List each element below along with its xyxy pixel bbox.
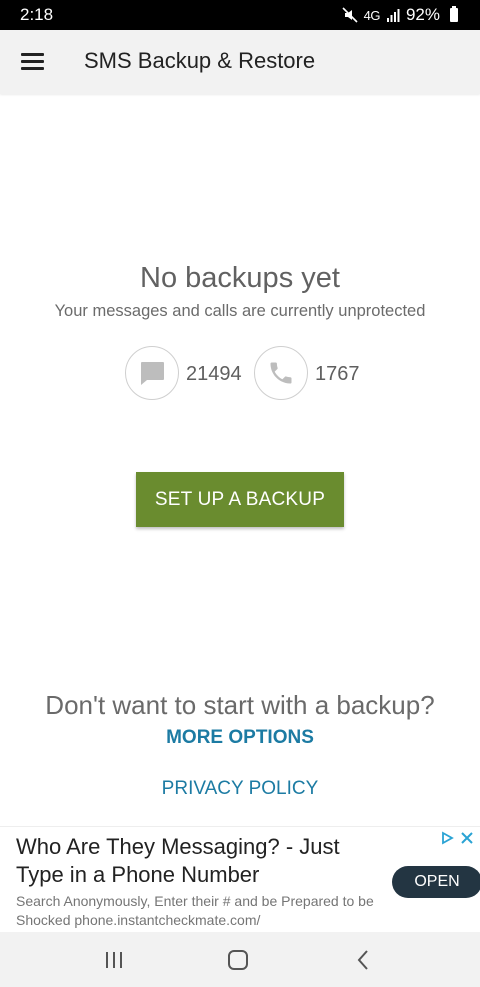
message-call-counts: 21494 1767	[0, 346, 480, 402]
sms-count: 21494	[186, 363, 242, 385]
set-up-backup-button[interactable]: SET UP A BACKUP	[136, 472, 344, 527]
back-icon[interactable]	[350, 946, 378, 974]
ad-banner[interactable]: Who Are They Messaging? - Just Type in a…	[0, 826, 480, 932]
ad-headline[interactable]: Who Are They Messaging? - Just Type in a…	[16, 833, 388, 889]
ad-body[interactable]: Search Anonymously, Enter their # and be…	[16, 892, 388, 930]
phone-icon	[254, 346, 308, 400]
mute-icon	[342, 7, 358, 23]
status-time: 2:18	[20, 5, 54, 24]
privacy-policy-link[interactable]: PRIVACY POLICY	[0, 778, 480, 800]
more-options-link[interactable]: MORE OPTIONS	[0, 727, 480, 749]
ad-choice-controls	[440, 831, 474, 845]
message-icon	[125, 346, 179, 400]
ad-open-button[interactable]: OPEN	[392, 866, 480, 898]
app-bar: SMS Backup & Restore	[0, 30, 480, 94]
hamburger-menu-icon[interactable]	[16, 49, 50, 75]
recents-icon[interactable]	[100, 946, 128, 974]
status-bar: 2:18 4G 92%	[0, 0, 480, 30]
navigation-bar	[0, 932, 480, 987]
battery-icon	[450, 6, 458, 22]
empty-state-title: No backups yet	[140, 262, 340, 294]
signal-icon	[386, 9, 400, 22]
network-type: 4G	[363, 7, 381, 23]
no-backup-question: Don't want to start with a backup?	[45, 690, 435, 720]
app-title: SMS Backup & Restore	[84, 48, 316, 73]
ad-choices-icon[interactable]	[440, 831, 454, 845]
empty-state-subtitle: Your messages and calls are currently un…	[54, 302, 426, 320]
home-icon[interactable]	[224, 946, 252, 974]
call-count: 1767	[315, 363, 360, 385]
battery-percent: 92%	[405, 5, 440, 24]
close-icon[interactable]	[460, 831, 474, 845]
status-icons: 4G 92%	[342, 5, 458, 25]
